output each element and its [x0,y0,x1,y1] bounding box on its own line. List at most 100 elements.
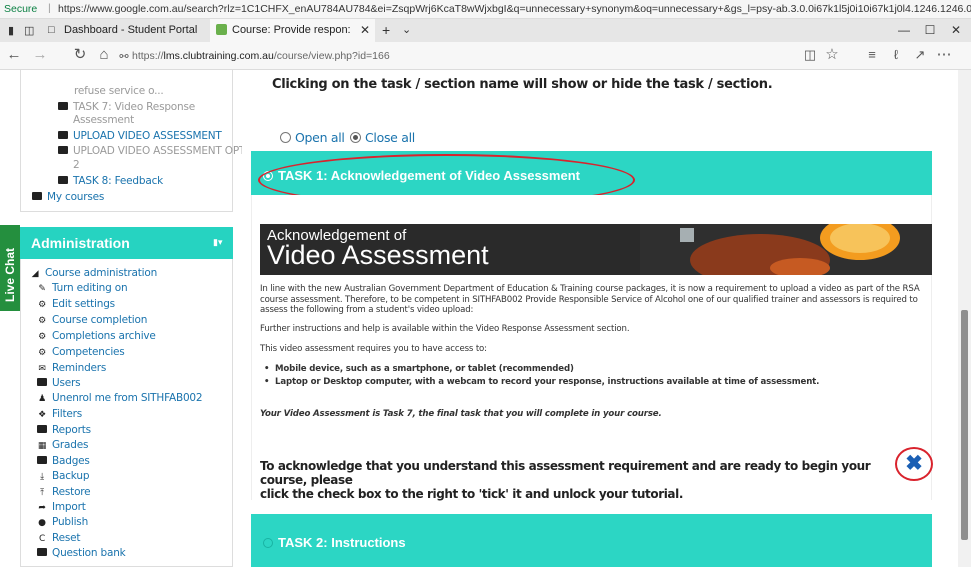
favorites-hub-icon[interactable]: ≡ [862,47,882,63]
reading-view-icon[interactable]: ◫ [800,47,820,63]
sidebar-item-upload-video[interactable]: UPLOAD VIDEO ASSESSMENT [58,130,222,143]
admin-item-label: Course completion [52,314,148,326]
sidebar-item-label: TASK 7: Video Response [73,101,196,113]
paragraph-1: In line with the new Australian Governme… [260,284,940,316]
section-instruction: Clicking on the task / section name will… [272,77,773,92]
admin-item-backup[interactable]: ⤓ Backup [37,470,89,484]
admin-item-label: Unenrol me from SITHFAB002 [52,392,203,404]
folder-icon [58,102,68,110]
upload-icon: ⤓ [40,472,44,482]
maximize-icon[interactable]: ☐ [920,23,940,37]
outer-url-text[interactable]: https://www.google.com.au/search?rlz=1C1… [58,3,971,15]
back-arrow-icon[interactable]: ← [4,47,24,63]
user-remove-icon: ♟ [38,394,46,404]
tab-label: Course: Provide respon: [232,24,351,36]
admin-item-competencies[interactable]: ⚙ Competencies [37,346,125,360]
admin-item-question-bank[interactable]: Question bank [37,547,126,560]
share-icon[interactable]: ↗ [910,47,930,63]
admin-item-edit-settings[interactable]: ⚙ Edit settings [37,298,115,312]
italic-note: Your Video Assessment is Task 7, the fin… [260,409,662,419]
favorite-star-icon[interactable]: ☆ [822,47,842,63]
page-icon: □ [48,24,55,36]
admin-item-label: Completions archive [52,330,156,342]
folder-icon [58,176,68,184]
admin-item-publish[interactable]: ● Publish [37,516,88,530]
admin-item-badges[interactable]: Badges [37,455,90,468]
close-all-label: Close all [365,130,415,145]
minimize-icon[interactable]: — [894,23,914,37]
admin-item-restore[interactable]: ⤒ Restore [37,486,91,500]
admin-item-course-completion[interactable]: ⚙ Course completion [37,314,147,328]
folder-icon [58,146,68,154]
admin-item-label: Competencies [52,346,125,358]
tab-actions-icon[interactable]: ▮ [8,24,14,37]
sidebar-item-task8[interactable]: TASK 8: Feedback [58,175,163,188]
admin-item-reports[interactable]: Reports [37,424,91,437]
sidebar-item-task7[interactable]: TASK 7: Video Response [58,101,195,114]
admin-item-label: Badges [52,455,90,467]
admin-item-label: Question bank [52,547,126,559]
sidebar-item-task7-cont[interactable]: Assessment [73,114,134,127]
admin-item-turn-editing-on[interactable]: ✎ Turn editing on [37,282,127,296]
window-close-icon[interactable]: ✕ [946,23,966,37]
tab-preview-icon[interactable]: ◫ [24,24,34,37]
admin-item-label: Course administration [45,267,158,279]
admin-item-label: Filters [52,408,83,420]
paragraph-3: This video assessment requires you to ha… [260,344,487,354]
admin-item-reset[interactable]: C Reset [37,532,81,546]
administration-title: Administration [31,235,130,251]
open-all-radio[interactable]: Open all [280,130,345,145]
block-actions-icon[interactable]: ▮▾ [213,237,225,247]
admin-item-import[interactable]: ➦ Import [37,501,86,515]
gear-icon: ⚙ [38,332,46,342]
task2-title: TASK 2: Instructions [278,535,406,550]
tab-course[interactable]: Course: Provide respon: ✕ [210,19,375,42]
share-arrow-icon: ➦ [38,503,46,513]
main-content: Clicking on the task / section name will… [242,70,958,567]
admin-item-completions-archive[interactable]: ⚙ Completions archive [37,330,156,344]
site-favicon-icon [216,24,227,35]
url-domain: lms.clubtraining.com.au [163,50,274,62]
envelope-icon: ✉ [38,364,46,374]
paragraph-2: Further instructions and help is availab… [260,324,630,334]
live-chat-tab[interactable]: Live Chat [0,225,20,311]
left-sidebar: refuse service o... TASK 7: Video Respon… [0,70,242,567]
scrollbar[interactable] [958,70,971,567]
admin-item-users[interactable]: Users [37,377,81,390]
admin-item-label: Users [52,377,81,389]
refresh-icon[interactable]: ↻ [70,47,90,63]
admin-item-course-administration[interactable]: ◢ Course administration [30,267,158,281]
admin-item-grades[interactable]: ▦ Grades [37,439,89,453]
pencil-icon: ✎ [38,284,46,294]
close-tab-icon[interactable]: ✕ [360,23,370,37]
acknowledge-line-1: To acknowledge that you understand this … [260,459,871,487]
scrollbar-thumb[interactable] [961,310,968,540]
lock-icon: ⚯ [119,51,129,63]
chevron-down-icon[interactable]: ⌄ [402,23,411,36]
separator: | [48,2,51,14]
more-icon[interactable]: ⋯ [934,47,954,63]
sidebar-item-my-courses[interactable]: My courses [32,191,104,204]
administration-header[interactable]: Administration ▮▾ [20,227,233,259]
pen-note-icon[interactable]: ℓ [886,47,906,63]
sidebar-item-upload-video-2[interactable]: UPLOAD VIDEO ASSESSMENT OPTION [58,145,242,158]
open-all-label: Open all [295,130,345,145]
forward-arrow-icon[interactable]: → [30,47,50,63]
close-all-radio[interactable]: Close all [350,130,415,145]
task2-header[interactable]: TASK 2: Instructions [251,514,932,567]
new-tab-icon[interactable]: + [382,22,390,38]
admin-item-label: Edit settings [52,298,115,310]
sidebar-item-upload-video-2-cont[interactable]: 2 [73,159,80,172]
address-field[interactable]: https://lms.clubtraining.com.au/course/v… [132,50,390,62]
admin-item-label: Turn editing on [52,282,128,294]
folder-open-icon: ◢ [31,269,39,279]
admin-item-unenrol[interactable]: ♟ Unenrol me from SITHFAB002 [37,392,203,406]
admin-item-reminders[interactable]: ✉ Reminders [37,362,106,376]
url-path: /course/view.php?id=166 [273,50,390,62]
radio-checked-icon [350,132,361,143]
banner-line-2: Video Assessment [267,240,489,270]
home-icon[interactable]: ⌂ [94,47,114,63]
tab-dashboard[interactable]: □ Dashboard - Student Portal [42,19,210,42]
sidebar-item-refuse-service[interactable]: refuse service o... [74,85,164,98]
admin-item-filters[interactable]: ❖ Filters [37,408,82,422]
